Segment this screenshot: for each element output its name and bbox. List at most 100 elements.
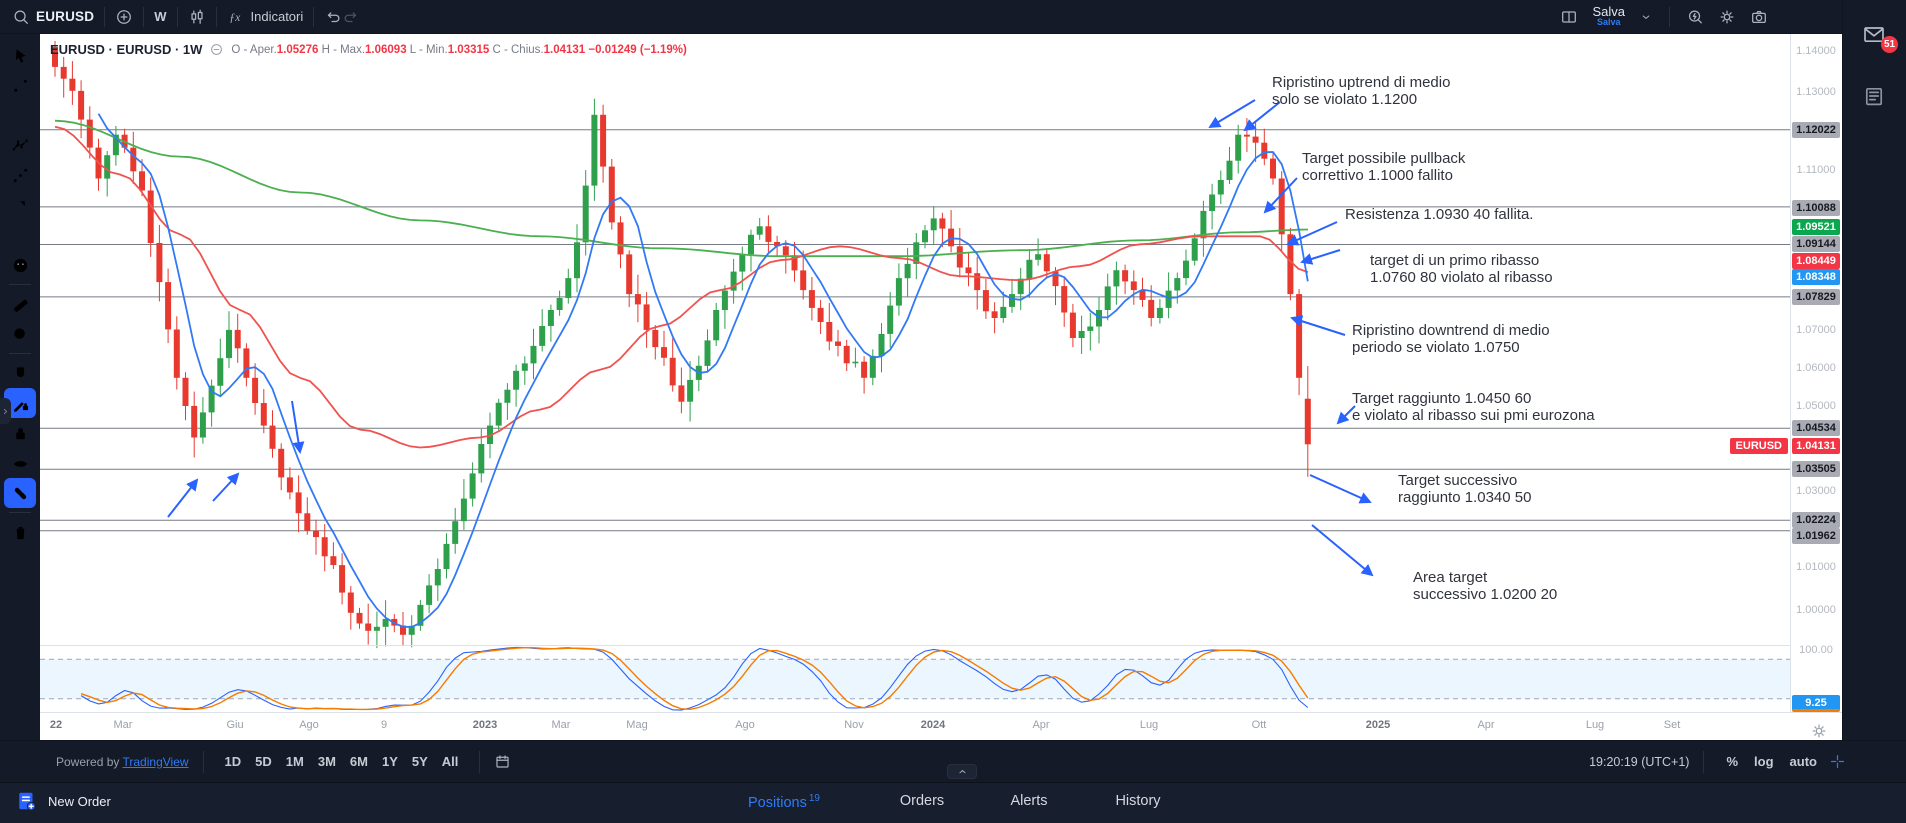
price-label: 1.04131: [1792, 438, 1840, 454]
trend-arrow[interactable]: [1310, 475, 1370, 502]
range-button-1y[interactable]: 1Y: [382, 754, 398, 769]
ma-slow-line: [55, 121, 1308, 257]
tab-alerts[interactable]: Alerts: [1010, 793, 1047, 809]
scale-button-auto[interactable]: auto: [1790, 754, 1817, 769]
time-label: 2024: [921, 719, 945, 731]
text-tool-icon[interactable]: [4, 220, 36, 250]
compare-add-icon[interactable]: [115, 8, 133, 26]
trend-arrow[interactable]: [1210, 100, 1255, 127]
price-label: 1.02224: [1792, 512, 1840, 528]
snapshot-camera-icon[interactable]: [1750, 8, 1768, 26]
save-chevron-icon[interactable]: [1639, 10, 1653, 24]
zoom-in-icon[interactable]: [4, 319, 36, 349]
clock-timezone[interactable]: 19:20:19 (UTC+1): [1589, 755, 1689, 769]
chart-area[interactable]: EURUSD · EURUSD · 1W O - Aper.1.05276 H …: [40, 34, 1842, 740]
chart-annotation[interactable]: Target successivo raggiunto 1.0340 50: [1398, 472, 1531, 506]
indicator-settings-gear-icon[interactable]: [1810, 722, 1828, 740]
indicators-label: Indicatori: [251, 9, 304, 24]
undo-icon[interactable]: [324, 8, 342, 26]
chart-style-icon[interactable]: [188, 8, 206, 26]
price-label: 1.03505: [1792, 461, 1840, 477]
adjust-scale-icon[interactable]: [1829, 753, 1846, 770]
legend-label: O - Aper.: [231, 44, 276, 56]
price-label: 1.13000: [1792, 84, 1840, 100]
current-symbol-tag: EURUSD: [1730, 438, 1788, 454]
mail-badge: 51: [1881, 36, 1898, 53]
quick-search-icon[interactable]: [1686, 8, 1704, 26]
pane-separator[interactable]: [40, 645, 1842, 646]
chart-annotation[interactable]: Area target successivo 1.0200 20: [1413, 569, 1557, 603]
range-button-6m[interactable]: 6M: [350, 754, 368, 769]
chart-annotation[interactable]: Ripristino uptrend di medio solo se viol…: [1272, 74, 1450, 108]
redo-icon[interactable]: [342, 8, 360, 26]
left-panel-expander[interactable]: [0, 398, 11, 424]
new-order-icon: [16, 790, 38, 812]
fib-retracement-icon[interactable]: [4, 100, 36, 130]
cursor-icon[interactable]: [4, 40, 36, 70]
pattern-icon[interactable]: [4, 130, 36, 160]
time-label: 9: [381, 719, 387, 731]
chart-annotation[interactable]: Resistenza 1.0930 40 fallita.: [1345, 206, 1533, 223]
time-label: 2023: [473, 719, 497, 731]
new-order-label: New Order: [48, 794, 111, 809]
candlestick-series: [52, 41, 1311, 648]
hide-drawings-icon[interactable]: [4, 448, 36, 478]
trend-arrow[interactable]: [1288, 222, 1337, 244]
tab-positions[interactable]: Positions19: [748, 793, 820, 811]
save-layout-button[interactable]: Salva Salva: [1592, 6, 1625, 28]
range-button-3m[interactable]: 3M: [318, 754, 336, 769]
layout-panes-icon[interactable]: [1560, 8, 1578, 26]
drawing-toolbar: [0, 34, 40, 740]
tab-orders[interactable]: Orders: [900, 793, 944, 809]
range-button-1m[interactable]: 1M: [286, 754, 304, 769]
legend-label: L - Min.: [407, 44, 448, 56]
range-button-5y[interactable]: 5Y: [412, 754, 428, 769]
range-buttons: 1D 5D 1M 3M 6M 1Y 5Y All: [218, 753, 466, 771]
time-label: Nov: [844, 719, 864, 731]
time-label: Lug: [1140, 719, 1158, 731]
trend-arrow[interactable]: [1312, 525, 1372, 575]
scale-button-percent[interactable]: %: [1726, 754, 1738, 769]
time-label: Set: [1664, 719, 1681, 731]
trash-icon[interactable]: [4, 517, 36, 547]
link-drawings-icon[interactable]: [4, 478, 36, 508]
chart-annotation[interactable]: Ripristino downtrend di medio periodo se…: [1352, 322, 1550, 356]
scale-button-log[interactable]: log: [1754, 754, 1774, 769]
chart-annotation[interactable]: Target possibile pullback correttivo 1.1…: [1302, 150, 1465, 184]
time-label: Apr: [1477, 719, 1494, 731]
news-icon[interactable]: [1861, 84, 1887, 108]
trend-arrow[interactable]: [213, 474, 238, 501]
chart-legend: EURUSD · EURUSD · 1W O - Aper.1.05276 H …: [50, 40, 687, 58]
symbol-search[interactable]: EURUSD: [12, 8, 94, 26]
time-label: 22: [50, 719, 62, 731]
tradingview-link[interactable]: TradingView: [123, 755, 189, 769]
chart-annotation[interactable]: Target raggiunto 1.0450 60 e violato al …: [1352, 390, 1595, 424]
trend-arrow[interactable]: [1302, 250, 1340, 262]
chevron-right-icon: [0, 406, 11, 417]
arrow-marker-icon[interactable]: [4, 190, 36, 220]
range-button-1d[interactable]: 1D: [225, 754, 242, 769]
price-chart-canvas[interactable]: [40, 34, 1790, 712]
time-label: Ago: [299, 719, 319, 731]
chart-annotation[interactable]: target di un primo ribasso 1.0760 80 vio…: [1370, 252, 1553, 286]
trend-line-icon[interactable]: [4, 70, 36, 100]
price-axis[interactable]: 1.140001.130001.120221.110001.100881.095…: [1790, 34, 1842, 712]
trend-arrow[interactable]: [168, 480, 197, 517]
goto-date-calendar-icon[interactable]: [494, 753, 511, 770]
settings-gear-icon[interactable]: [1718, 8, 1736, 26]
hide-series-icon[interactable]: [209, 42, 224, 57]
forecast-icon[interactable]: [4, 160, 36, 190]
range-button-all[interactable]: All: [442, 754, 459, 769]
new-order-button[interactable]: New Order: [16, 790, 111, 812]
time-axis[interactable]: 22MarGiuAgo92023MarMagAgoNov2024AprLugOt…: [40, 712, 1842, 740]
tab-history[interactable]: History: [1115, 793, 1160, 809]
timeframe-button[interactable]: W: [154, 9, 166, 24]
indicators-button[interactable]: ƒx Indicatori: [227, 8, 304, 26]
emoji-icon[interactable]: [4, 250, 36, 280]
collapse-panel-handle[interactable]: [947, 764, 977, 779]
ruler-icon[interactable]: [4, 289, 36, 319]
price-label: 1.01962: [1792, 528, 1840, 544]
legend-symbol: EURUSD · EURUSD · 1W: [50, 42, 202, 57]
magnet-icon[interactable]: [4, 358, 36, 388]
range-button-5d[interactable]: 5D: [255, 754, 272, 769]
